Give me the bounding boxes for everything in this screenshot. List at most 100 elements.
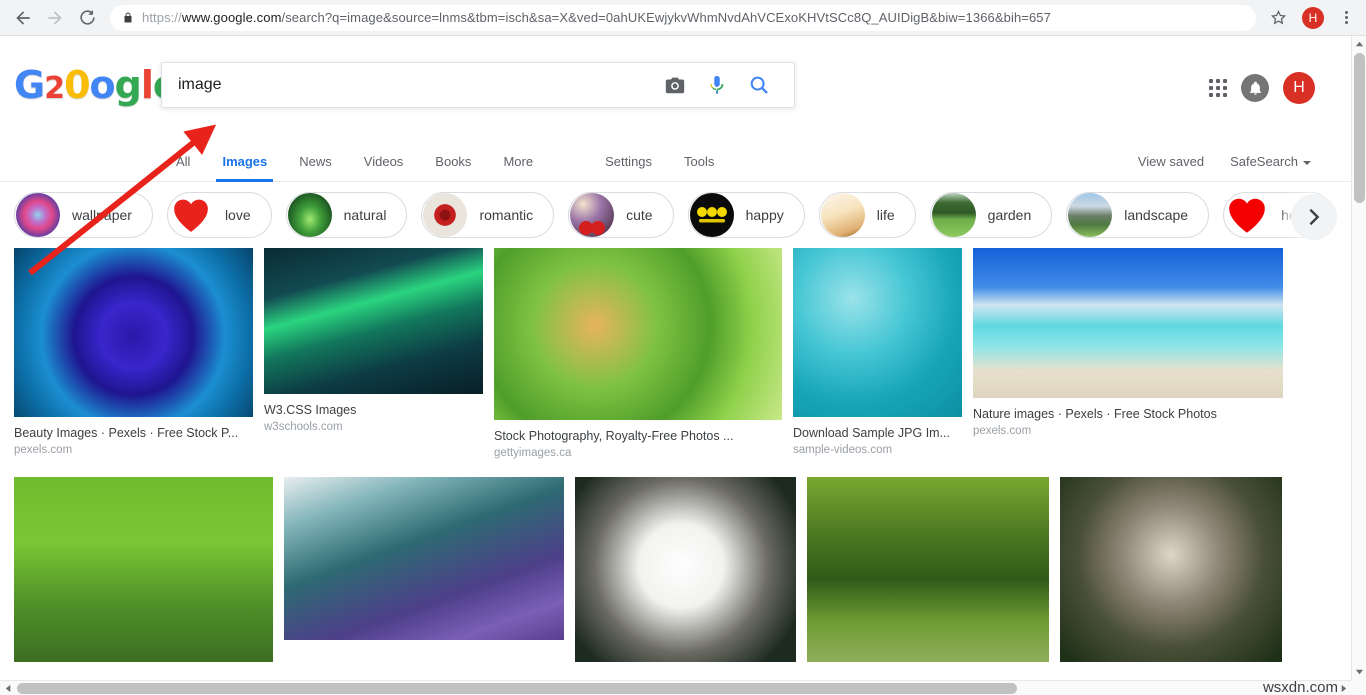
address-bar[interactable]: https://www.google.com/search?q=image&so… (110, 4, 1256, 31)
camera-search-button[interactable] (654, 74, 696, 96)
chip-cute[interactable]: cute (568, 192, 674, 238)
smiley-cherries-bokeh-thumb (570, 193, 615, 237)
view-saved-link[interactable]: View saved (1138, 154, 1204, 169)
sunset-silhouette-thumb (820, 193, 865, 237)
white-cat-upside-down[interactable] (575, 477, 796, 662)
owl-close-up-portrait[interactable] (1060, 477, 1282, 662)
tools-group: Settings Tools (589, 142, 730, 182)
red-heart-thumb (1225, 193, 1270, 237)
url-text: https://www.google.com/search?q=image&so… (142, 10, 1051, 25)
search-nav-tabs: All Images News Videos Books More Settin… (0, 142, 1351, 182)
google-logo[interactable]: G20ogle (14, 66, 179, 104)
lock-icon (122, 12, 134, 24)
forest-path-sunlit-trees[interactable] (807, 477, 1049, 662)
tab-all[interactable]: All (160, 142, 206, 182)
result-title[interactable]: W3.CSS Images (264, 403, 483, 417)
bookmark-button[interactable] (1264, 4, 1292, 32)
red-heart-love-you-thumb (168, 193, 213, 237)
forward-button[interactable] (40, 3, 70, 33)
safesearch-label: SafeSearch (1230, 154, 1298, 169)
chip-natural[interactable]: natural (285, 192, 408, 238)
result-title[interactable]: Nature images · Pexels · Free Stock Phot… (973, 407, 1283, 421)
chip-romantic[interactable]: romantic (421, 192, 555, 238)
result-item[interactable] (14, 477, 273, 662)
reload-button[interactable] (72, 3, 102, 33)
result-title[interactable]: Beauty Images · Pexels · Free Stock P... (14, 426, 253, 440)
tropical-beach-turquoise-water[interactable] (973, 248, 1283, 398)
result-item[interactable] (807, 477, 1049, 662)
search-input[interactable] (176, 75, 654, 95)
back-button[interactable] (8, 3, 38, 33)
chip-garden[interactable]: garden (929, 192, 1053, 238)
result-item[interactable]: Beauty Images · Pexels · Free Stock P...… (14, 248, 253, 456)
chip-landscape[interactable]: landscape (1066, 192, 1210, 238)
search-icon (750, 76, 768, 94)
be-happy-black-thumb (689, 193, 734, 237)
scroll-up-button[interactable] (1352, 36, 1366, 52)
search-box[interactable] (161, 62, 795, 108)
microphone-icon (710, 75, 724, 94)
account-avatar[interactable]: H (1283, 72, 1315, 104)
page-viewport: G20ogle (0, 36, 1366, 695)
results-row-1: Beauty Images · Pexels · Free Stock P...… (14, 248, 1337, 459)
vertical-scrollbar[interactable] (1351, 36, 1366, 695)
result-item[interactable] (575, 477, 796, 662)
result-title[interactable]: Download Sample JPG Im... (793, 426, 962, 440)
scroll-down-button[interactable] (1352, 663, 1366, 679)
notification-bell-icon (1249, 81, 1261, 95)
bookmark-star-icon (1270, 9, 1286, 25)
google-header: G20ogle (0, 36, 1351, 142)
browser-toolbar: https://www.google.com/search?q=image&so… (0, 0, 1366, 36)
result-item[interactable]: Download Sample JPG Im... sample-videos.… (793, 248, 962, 456)
search-submit-button[interactable] (738, 74, 780, 96)
result-item[interactable]: Stock Photography, Royalty-Free Photos .… (494, 248, 782, 459)
horizontal-scrollbar[interactable] (0, 680, 1351, 695)
tab-news[interactable]: News (283, 142, 348, 182)
vertical-scroll-thumb[interactable] (1354, 53, 1365, 203)
chip-life[interactable]: life (818, 192, 916, 238)
chip-happy[interactable]: happy (687, 192, 805, 238)
green-abstract-thumb (287, 193, 332, 237)
tab-books[interactable]: Books (419, 142, 487, 182)
teal-bokeh-butterflies[interactable] (793, 248, 962, 417)
camera-search-icon (665, 77, 685, 94)
chips-next-button[interactable] (1291, 194, 1337, 240)
chip-wallpaper[interactable]: wallpaper (14, 192, 153, 238)
horizontal-scroll-thumb[interactable] (17, 683, 1017, 694)
result-item[interactable] (1060, 477, 1282, 662)
image-results: Beauty Images · Pexels · Free Stock P...… (0, 248, 1351, 662)
lavender-valley-mist[interactable] (284, 477, 564, 640)
tab-images[interactable]: Images (206, 142, 283, 182)
aurora-borealis-night-sky[interactable] (264, 248, 483, 394)
chip-label: natural (343, 207, 387, 223)
chip-label: landscape (1124, 207, 1189, 223)
site-watermark: wsxdn.com (1262, 679, 1338, 695)
tab-more[interactable]: More (487, 142, 549, 182)
header-actions: H (1209, 72, 1315, 104)
tab-videos[interactable]: Videos (348, 142, 420, 182)
browser-profile-avatar[interactable]: H (1302, 6, 1324, 29)
result-title[interactable]: Stock Photography, Royalty-Free Photos .… (494, 429, 782, 443)
result-item[interactable]: Nature images · Pexels · Free Stock Phot… (973, 248, 1283, 437)
tools-button[interactable]: Tools (668, 142, 730, 182)
apps-grid-button[interactable] (1209, 79, 1227, 97)
blue-rose-with-dew[interactable] (14, 248, 253, 417)
mountain-landscape-thumb (1068, 193, 1113, 237)
safesearch-dropdown[interactable]: SafeSearch (1230, 154, 1311, 169)
chip-love[interactable]: love (166, 192, 272, 238)
browser-menu-button[interactable] (1334, 11, 1358, 24)
voice-search-button[interactable] (696, 73, 738, 97)
result-item[interactable]: W3.CSS Images w3schools.com (264, 248, 483, 433)
chip-label: cute (626, 207, 653, 223)
scroll-right-arrow-icon (1341, 684, 1346, 693)
fractal-flower-thumb (16, 193, 60, 237)
result-item[interactable] (284, 477, 564, 640)
scroll-left-button[interactable] (0, 681, 16, 695)
stone-cherub-garden-statue[interactable] (14, 477, 273, 662)
chevron-right-icon (1309, 208, 1320, 226)
result-source: pexels.com (14, 444, 73, 456)
green-lawn-garden-thumb (931, 193, 976, 237)
kingfishers-in-flight[interactable] (494, 248, 782, 420)
notifications-button[interactable] (1241, 74, 1269, 102)
settings-button[interactable]: Settings (589, 142, 668, 182)
